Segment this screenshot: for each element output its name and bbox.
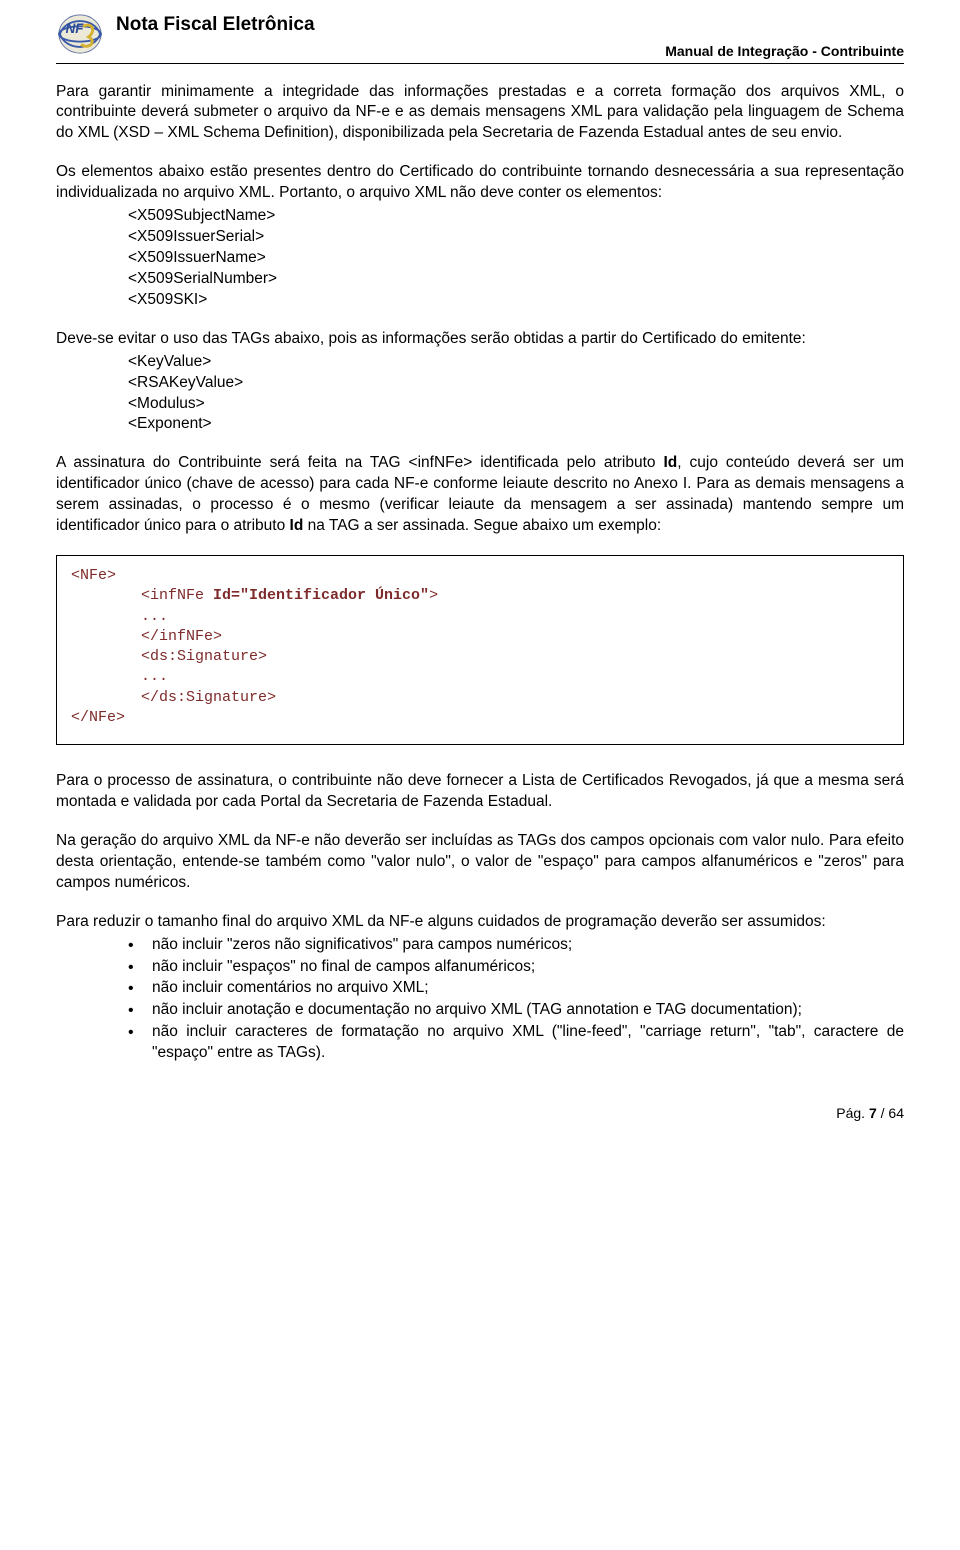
list-item: <X509IssuerName> bbox=[128, 248, 904, 269]
page-number: 7 bbox=[869, 1105, 877, 1121]
page-total: 64 bbox=[888, 1105, 904, 1121]
list-item: não incluir "zeros não significativos" p… bbox=[128, 935, 904, 956]
paragraph-null-tags: Na geração do arquivo XML da NF-e não de… bbox=[56, 831, 904, 894]
code-line: ... bbox=[71, 607, 889, 627]
list-item: não incluir anotação e documentação no a… bbox=[128, 1000, 904, 1021]
list-item: <X509SerialNumber> bbox=[128, 269, 904, 290]
text: A assinatura do Contribuinte será feita … bbox=[56, 454, 664, 471]
document-subtitle: Manual de Integração - Contribuinte bbox=[116, 42, 904, 61]
code-line: </NFe> bbox=[71, 708, 889, 728]
code-line: ... bbox=[71, 667, 889, 687]
list-item: <X509IssuerSerial> bbox=[128, 227, 904, 248]
id-attr-bold: Id bbox=[664, 454, 678, 471]
paragraph-avoid-tags: Deve-se evitar o uso das TAGs abaixo, po… bbox=[56, 329, 904, 350]
list-item: <X509SKI> bbox=[128, 290, 904, 311]
code-line: </ds:Signature> bbox=[71, 688, 889, 708]
nfe-logo-icon: NF bbox=[56, 12, 104, 56]
paragraph-intro: Para garantir minimamente a integridade … bbox=[56, 82, 904, 145]
list-item: não incluir caracteres de formatação no … bbox=[128, 1022, 904, 1064]
page-header: NF Nota Fiscal Eletrônica Manual de Inte… bbox=[56, 12, 904, 64]
list-item: não incluir "espaços" no final de campos… bbox=[128, 957, 904, 978]
text: na TAG a ser assinada. Segue abaixo um e… bbox=[303, 517, 661, 534]
list-item: <KeyValue> bbox=[128, 352, 904, 373]
xml-example-code: <NFe> <infNFe Id="Identificador Único"> … bbox=[56, 555, 904, 745]
page-footer: Pág. 7 / 64 bbox=[56, 1104, 904, 1123]
list-item: <Modulus> bbox=[128, 394, 904, 415]
id-attr-bold: Id bbox=[290, 517, 304, 534]
paragraph-reduce-size: Para reduzir o tamanho final do arquivo … bbox=[56, 912, 904, 933]
code-line: </infNFe> bbox=[71, 627, 889, 647]
list-item: <RSAKeyValue> bbox=[128, 373, 904, 394]
svg-text:NF: NF bbox=[66, 21, 85, 36]
list-item: <Exponent> bbox=[128, 414, 904, 435]
paragraph-revoked-certs: Para o processo de assinatura, o contrib… bbox=[56, 771, 904, 813]
page-sep: / bbox=[877, 1105, 889, 1121]
list-item: <X509SubjectName> bbox=[128, 206, 904, 227]
avoid-tags-list: <KeyValue> <RSAKeyValue> <Modulus> <Expo… bbox=[56, 352, 904, 436]
paragraph-signature: A assinatura do Contribuinte será feita … bbox=[56, 453, 904, 537]
paragraph-cert-elements: Os elementos abaixo estão presentes dent… bbox=[56, 162, 904, 204]
programming-care-list: não incluir "zeros não significativos" p… bbox=[56, 935, 904, 1065]
page-label: Pág. bbox=[836, 1105, 869, 1121]
code-line: <NFe> bbox=[71, 566, 889, 586]
x509-elements-list: <X509SubjectName> <X509IssuerSerial> <X5… bbox=[56, 206, 904, 311]
code-line: <ds:Signature> bbox=[71, 647, 889, 667]
document-title: Nota Fiscal Eletrônica bbox=[116, 12, 904, 38]
list-item: não incluir comentários no arquivo XML; bbox=[128, 978, 904, 999]
code-line: <infNFe Id="Identificador Único"> bbox=[71, 586, 889, 606]
